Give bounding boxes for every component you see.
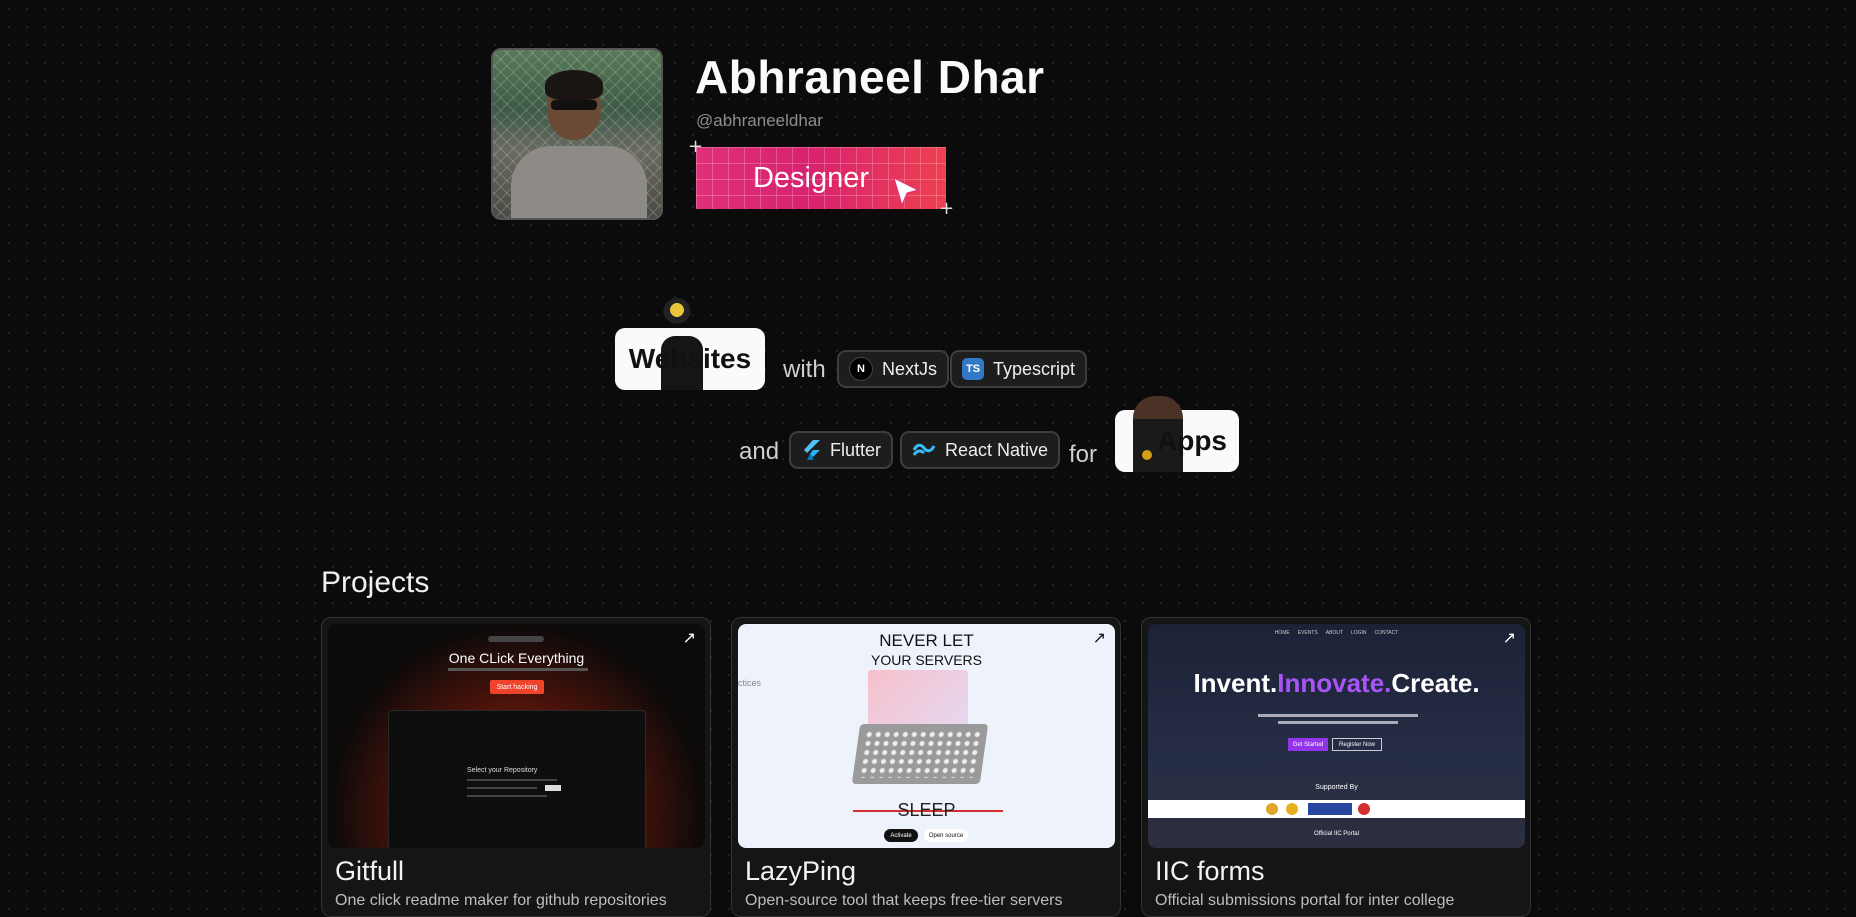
flutter-icon [804, 440, 820, 460]
profile-name: Abhraneel Dhar [695, 51, 1045, 103]
project-preview-image: NEVER LET YOUR SERVERS ctices SLEEP Acti… [738, 624, 1115, 848]
tailwind-wave-icon [912, 443, 936, 456]
preview-start-button: Start hacking [490, 680, 544, 694]
preview-panel-title: Select your Repository [467, 767, 538, 774]
preview-headline-line1: NEVER LET [879, 631, 974, 650]
helmet-figure-icon [663, 298, 691, 328]
typewriter-keyboard-icon [851, 724, 989, 784]
preview-sleep-word: SLEEP [897, 800, 956, 820]
preview-word-create: Create. [1391, 668, 1480, 698]
preview-subtext [1258, 714, 1418, 717]
preview-word-innovate: Innovate. [1277, 668, 1392, 698]
medal-icon [1142, 450, 1152, 460]
with-word: with [783, 356, 826, 383]
for-word: for [1069, 441, 1098, 468]
logo-emblem-icon [1358, 803, 1370, 815]
preview-headline-line2: YOUR SERVERS [871, 652, 982, 668]
preview-nav: HOME EVENTS ABOUT LOGIN CONTACT [1148, 630, 1525, 636]
project-card-lazyping[interactable]: NEVER LET YOUR SERVERS ctices SLEEP Acti… [731, 617, 1121, 917]
apps-label: Apps [1157, 425, 1227, 456]
external-link-arrow-icon[interactable]: ↗ [683, 628, 696, 648]
preview-select-chip [545, 785, 561, 791]
preview-word-invent: Invent. [1193, 668, 1278, 698]
preview-get-started-button: Get Started [1288, 738, 1328, 751]
preview-activate-button: Activate [884, 829, 918, 842]
project-preview-image: HOME EVENTS ABOUT LOGIN CONTACT Invent.I… [1148, 624, 1525, 848]
corner-plus-icon: + [939, 198, 955, 219]
preview-screen-collage [868, 670, 968, 728]
and-word: and [739, 438, 780, 465]
websites-label: Websites [628, 343, 752, 374]
keyboard-keys [858, 730, 982, 778]
preview-line [467, 779, 557, 781]
apps-card: Apps [1115, 396, 1239, 472]
preview-nav-item: LOGIN [1350, 630, 1367, 636]
project-title: Gitfull [335, 856, 405, 886]
tech-pill-typescript: TS Typescript [950, 350, 1088, 388]
preview-headline: One CLick Everything [448, 650, 585, 666]
tech-label: Flutter [830, 439, 882, 460]
preview-pill [488, 636, 544, 642]
preview-supported-by: Supported By [1315, 784, 1358, 791]
tech-pill-flutter: Flutter [789, 431, 894, 469]
profile-handle: @abhraneeldhar [696, 111, 823, 130]
preview-headline: Invent.Innovate.Create. [1148, 668, 1525, 699]
project-description: One click readme maker for github reposi… [335, 892, 667, 909]
project-description: Official submissions portal for inter co… [1155, 892, 1455, 909]
external-link-arrow-icon[interactable]: ↗ [1093, 628, 1106, 648]
preview-line [467, 787, 537, 789]
preview-official-portal: Official IIC Portal [1314, 831, 1359, 837]
cursor-arrow-icon [893, 177, 920, 207]
corner-plus-icon: + [688, 136, 704, 157]
preview-register-button: Register Now [1332, 738, 1382, 751]
tech-pill-nextjs: N NextJs [837, 350, 950, 388]
tech-label: React Native [945, 439, 1049, 460]
profile-avatar [491, 48, 663, 220]
preview-side-text: ctices [738, 678, 762, 688]
logo-emblem-icon [1308, 803, 1352, 815]
project-card-iic-forms[interactable]: HOME EVENTS ABOUT LOGIN CONTACT Invent.I… [1141, 617, 1531, 917]
logo-emblem-icon [1286, 803, 1298, 815]
preview-nav-item: CONTACT [1374, 630, 1399, 636]
external-link-arrow-icon[interactable]: ↗ [1503, 628, 1516, 648]
tech-pill-react-native: React Native [900, 431, 1061, 469]
preview-logo-strip [1148, 800, 1525, 818]
project-preview-image: One CLick Everything Start hacking Selec… [328, 624, 705, 848]
logo-emblem-icon [1266, 803, 1278, 815]
websites-card: Websites [615, 298, 765, 390]
preview-nav-item: HOME [1274, 630, 1290, 636]
project-description: Open-source tool that keeps free-tier se… [745, 892, 1063, 909]
project-card-gitfull[interactable]: One CLick Everything Start hacking Selec… [321, 617, 711, 917]
project-title: IIC forms [1155, 856, 1265, 886]
preview-open-source-button: Open source [924, 829, 968, 842]
preview-subtext [448, 668, 588, 671]
tech-label: Typescript [993, 358, 1076, 379]
tech-label: NextJs [882, 358, 938, 379]
role-badge-label: Designer [752, 161, 870, 194]
projects-heading: Projects [321, 566, 430, 599]
preview-panel: Select your Repository [388, 710, 646, 848]
preview-subtext [1278, 721, 1398, 724]
typescript-icon: TS [962, 358, 984, 380]
project-title: LazyPing [745, 856, 857, 886]
preview-nav-item: ABOUT [1325, 630, 1343, 636]
preview-nav-item: EVENTS [1297, 630, 1318, 636]
preview-line [467, 795, 547, 797]
nextjs-icon: N [849, 357, 873, 381]
